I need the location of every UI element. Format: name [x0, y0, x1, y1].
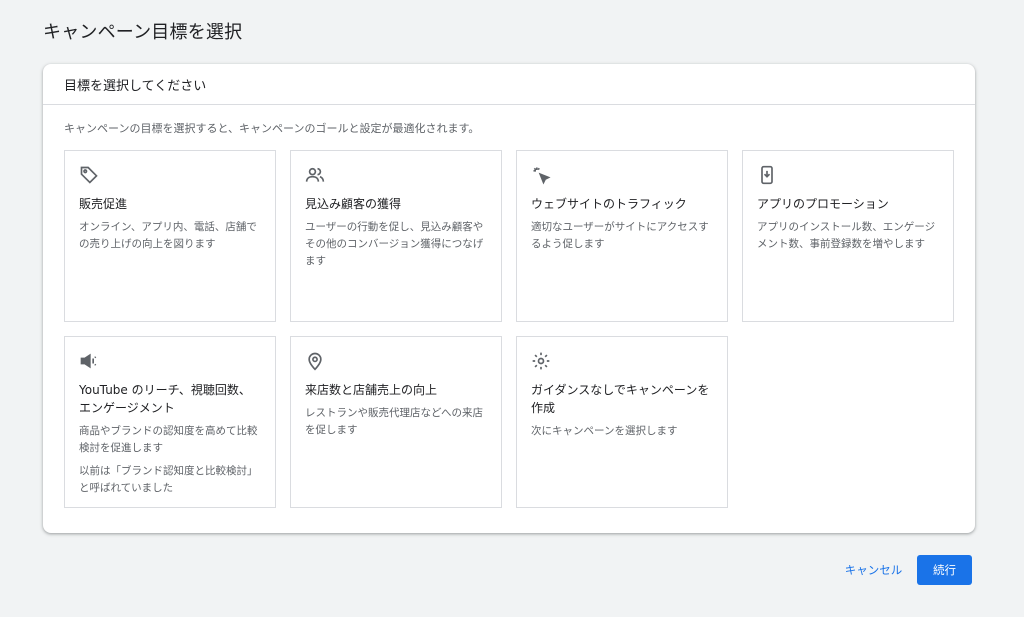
goal-title: ガイダンスなしでキャンペーンを作成 — [531, 383, 710, 415]
goal-description: 商品やブランドの認知度を高めて比較検討を促進します — [79, 425, 258, 454]
gear-icon — [531, 351, 553, 373]
phone-download-icon — [757, 165, 779, 187]
tag-icon — [79, 165, 101, 187]
goal-note: 以前は「ブランド認知度と比較検討」と呼ばれていました — [79, 465, 258, 494]
megaphone-icon — [79, 351, 101, 373]
goal-tile-leads[interactable]: 見込み顧客の獲得 ユーザーの行動を促し、見込み顧客やその他のコンバージョン獲得に… — [290, 150, 502, 322]
page-title: キャンペーン目標を選択 — [43, 22, 243, 43]
goal-title: ウェブサイトのトラフィック — [531, 197, 687, 211]
goal-tile-no-guidance[interactable]: ガイダンスなしでキャンペーンを作成 次にキャンペーンを選択します — [516, 336, 728, 508]
goal-selection-card: 目標を選択してください キャンペーンの目標を選択すると、キャンペーンのゴールと設… — [43, 64, 975, 533]
card-description: キャンペーンの目標を選択すると、キャンペーンのゴールと設定が最適化されます。 — [64, 122, 480, 135]
goal-tile-store-visits[interactable]: 来店数と店舗売上の向上 レストランや販売代理店などへの来店を促します — [290, 336, 502, 508]
cancel-button[interactable]: キャンセル — [836, 556, 911, 584]
goal-description: レストランや販売代理店などへの来店を促します — [305, 407, 483, 436]
cursor-click-icon — [531, 165, 553, 187]
goal-description: アプリのインストール数、エンゲージメント数、事前登録数を増やします — [757, 221, 936, 250]
goal-description: ユーザーの行動を促し、見込み顧客やその他のコンバージョン獲得につなげます — [305, 221, 484, 267]
goal-title: 見込み顧客の獲得 — [305, 197, 402, 211]
goal-tile-youtube-reach[interactable]: YouTube のリーチ、視聴回数、エンゲージメント 商品やブランドの認知度を高… — [64, 336, 276, 508]
location-pin-icon — [305, 351, 327, 373]
goal-title: YouTube のリーチ、視聴回数、エンゲージメント — [79, 383, 251, 415]
goal-tile-website-traffic[interactable]: ウェブサイトのトラフィック 適切なユーザーがサイトにアクセスするよう促します — [516, 150, 728, 322]
goal-description: 次にキャンペーンを選択します — [531, 425, 678, 437]
goal-title: 販売促進 — [79, 197, 128, 211]
goal-title: 来店数と店舗売上の向上 — [305, 383, 438, 397]
goal-tile-sales[interactable]: 販売促進 オンライン、アプリ内、電話、店舗での売り上げの向上を図ります — [64, 150, 276, 322]
goal-description: オンライン、アプリ内、電話、店舗での売り上げの向上を図ります — [79, 221, 257, 250]
goal-tile-app-promotion[interactable]: アプリのプロモーション アプリのインストール数、エンゲージメント数、事前登録数を… — [742, 150, 954, 322]
people-icon — [305, 165, 327, 187]
goal-description: 適切なユーザーがサイトにアクセスするよう促します — [531, 221, 709, 250]
goal-title: アプリのプロモーション — [757, 197, 889, 211]
continue-button[interactable]: 続行 — [917, 555, 972, 585]
card-header: 目標を選択してください — [43, 64, 975, 105]
